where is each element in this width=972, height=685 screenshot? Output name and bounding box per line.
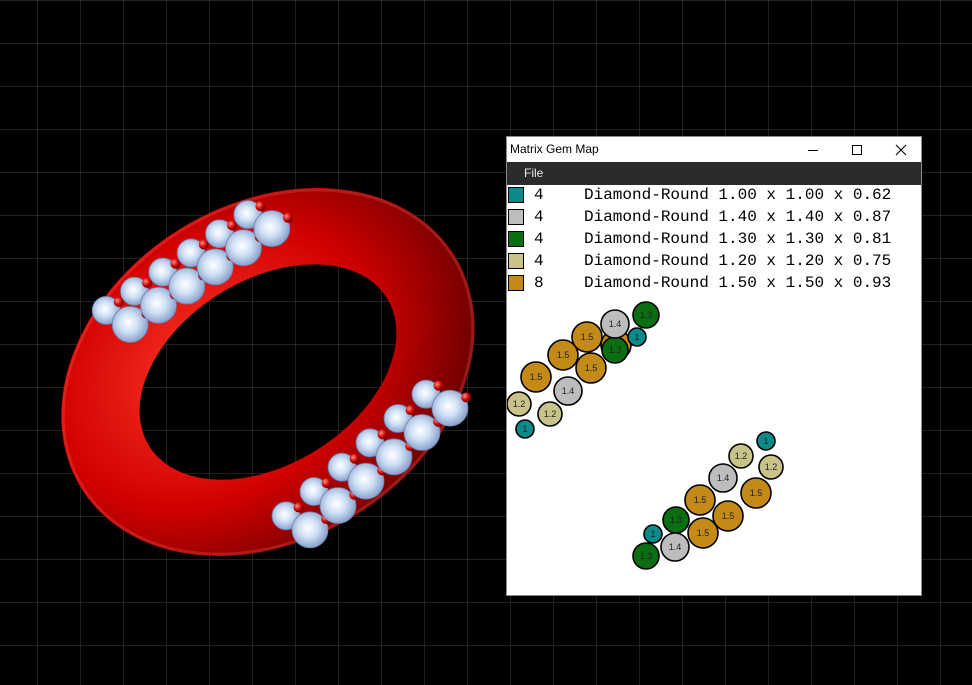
gem-size-label: 1.5 xyxy=(697,528,710,538)
matrix-gem-map-window[interactable]: Matrix Gem Map File 4 Diamond-Round 1.00… xyxy=(506,136,922,596)
ring-prong-bead xyxy=(461,392,472,403)
gem-marker-teal: 1 xyxy=(627,327,647,347)
gem-size-label: 1.5 xyxy=(557,350,570,360)
ring-prong-bead xyxy=(377,429,388,440)
gem-marker-tan: 1.2 xyxy=(507,391,532,417)
gem-size-label: 1.3 xyxy=(640,310,653,320)
gem-marker-gold: 1.5 xyxy=(712,500,744,532)
gem-size-label: 1 xyxy=(522,424,527,434)
ring-prong-bead xyxy=(433,380,444,391)
gem-map: 1 1.2 1.2 1.4 1.5 1.5 1.5 1.5 1.5 1.3 1.4 1 1.3 1 1.2 1… xyxy=(507,301,784,570)
gem-size-label: 1.5 xyxy=(530,372,543,382)
gem-size-label: 1.2 xyxy=(513,399,526,409)
gem-marker-gray: 1.4 xyxy=(660,532,690,562)
gem-size-label: 1.3 xyxy=(670,515,683,525)
gem-marker-teal: 1 xyxy=(756,431,776,451)
gem-marker-gold: 1.5 xyxy=(740,477,772,509)
gem-marker-gold: 1.5 xyxy=(687,517,719,549)
gem-marker-gray: 1.4 xyxy=(553,376,583,406)
ring-body xyxy=(61,187,475,557)
gem-size-label: 1.5 xyxy=(694,495,707,505)
gem-size-label: 1.5 xyxy=(581,332,594,342)
gem-size-label: 1.2 xyxy=(544,409,557,419)
gem-size-label: 1.4 xyxy=(717,473,730,483)
gem-marker-tan: 1.2 xyxy=(728,443,754,469)
gem-marker-tan: 1.2 xyxy=(537,401,563,427)
gem-size-label: 1 xyxy=(763,436,768,446)
gem-size-label: 1.5 xyxy=(722,511,735,521)
gem-marker-gold: 1.5 xyxy=(684,484,716,516)
gem-marker-teal: 1 xyxy=(643,524,663,544)
gem-marker-gold: 1.5 xyxy=(520,361,552,393)
ring-prong-bead xyxy=(255,201,266,212)
gem-size-label: 1.3 xyxy=(640,551,653,561)
gem-size-label: 1.4 xyxy=(669,542,682,552)
ring-prong-bead xyxy=(405,405,416,416)
gem-marker-green: 1.3 xyxy=(601,336,629,364)
gem-marker-tan: 1.2 xyxy=(758,454,784,480)
gem-size-label: 1 xyxy=(650,529,655,539)
ring-prong-bead xyxy=(321,478,332,489)
gem-marker-gray: 1.4 xyxy=(708,463,738,493)
gem-size-label: 1 xyxy=(634,332,639,342)
gem-size-label: 1.2 xyxy=(735,451,748,461)
gem-size-label: 1.3 xyxy=(609,345,622,355)
gem-size-label: 1.4 xyxy=(562,386,575,396)
ring-prong-bead xyxy=(349,453,360,464)
gem-marker-green: 1.3 xyxy=(662,506,690,534)
ring-prong-bead xyxy=(283,212,294,223)
gem-size-label: 1.5 xyxy=(750,488,763,498)
gem-marker-green: 1.3 xyxy=(632,542,660,570)
gem-size-label: 1.5 xyxy=(585,363,598,373)
gem-marker-gray: 1.4 xyxy=(600,309,630,339)
gem-marker-teal: 1 xyxy=(515,419,535,439)
gem-marker-green: 1.3 xyxy=(632,301,660,329)
gem-marker-gold: 1.5 xyxy=(575,352,607,384)
gem-size-label: 1.2 xyxy=(765,462,778,472)
ring-prong-bead xyxy=(293,502,304,513)
gem-marker-gold: 1.5 xyxy=(571,321,603,353)
gem-size-label: 1.4 xyxy=(609,319,622,329)
